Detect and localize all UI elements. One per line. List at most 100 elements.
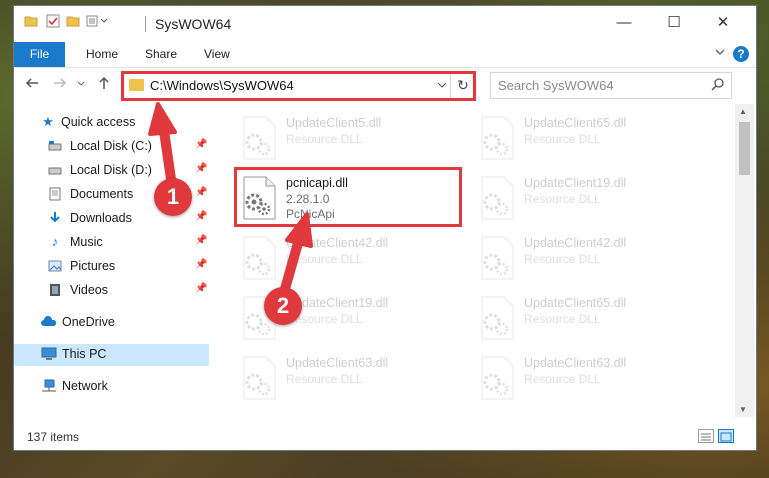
forward-arrow-icon[interactable]	[52, 75, 68, 95]
scroll-up-icon[interactable]: ▲	[739, 107, 747, 116]
back-arrow-icon[interactable]	[24, 75, 40, 95]
file-version: 2.28.1.0	[286, 192, 330, 206]
recent-locations-icon[interactable]	[76, 75, 86, 95]
chevron-down-icon[interactable]	[714, 46, 726, 61]
scroll-down-icon[interactable]: ▼	[739, 405, 747, 414]
drive-icon	[48, 163, 62, 177]
sidebar-item-label: Local Disk (D:)	[70, 163, 152, 177]
sidebar-item-videos[interactable]: Videos 📌	[14, 280, 209, 302]
file-name: UpdateClient63.dll	[286, 356, 389, 370]
file-description: Resource DLL	[524, 312, 601, 326]
dll-file-icon	[240, 236, 278, 280]
vertical-scrollbar[interactable]: ▲ ▼	[735, 104, 754, 417]
sidebar-item-quick-access[interactable]: ★ Quick access	[14, 112, 209, 134]
file-description: Resource DLL	[286, 132, 363, 146]
cloud-icon	[41, 315, 57, 329]
tab-view[interactable]: View	[204, 42, 230, 67]
maximize-button[interactable]: ☐	[659, 12, 689, 34]
sidebar-item-label: Documents	[70, 187, 134, 201]
file-tile[interactable]: UpdateClient65.dll Resource DLL	[474, 112, 694, 162]
address-bar[interactable]: C:\Windows\SysWOW64 ↻	[122, 72, 476, 99]
sidebar-item-local-disk-c[interactable]: Local Disk (C:) 📌	[14, 136, 209, 158]
sidebar-item-label: Quick access	[61, 115, 136, 129]
ribbon-tabs: File Home Share View ?	[14, 42, 756, 68]
sidebar-item-label: Downloads	[70, 211, 132, 225]
file-name: UpdateClient5.dll	[286, 116, 382, 130]
file-name: UpdateClient42.dll	[524, 236, 627, 250]
search-box[interactable]: Search SysWOW64	[490, 72, 732, 99]
tab-share[interactable]: Share	[145, 42, 177, 67]
file-explorer-window: SysWOW64 — ☐ ✕ File Home Share View ? C:…	[13, 5, 757, 451]
minimize-button[interactable]: —	[609, 12, 639, 34]
item-count: 137 items	[27, 430, 80, 444]
network-icon	[41, 379, 56, 393]
dll-file-icon	[240, 176, 278, 220]
dll-file-icon	[478, 116, 516, 160]
file-description: Resource DLL	[524, 132, 601, 146]
dll-file-icon	[240, 116, 278, 160]
file-tile[interactable]: UpdateClient63.dll Resource DLL	[236, 352, 456, 402]
large-icons-view-icon[interactable]	[718, 429, 734, 443]
pin-icon: 📌	[195, 139, 208, 150]
file-description: Resource DLL	[524, 192, 601, 206]
file-description: Resource DLL	[286, 252, 363, 266]
step-2-badge: 2	[264, 287, 302, 325]
navigation-bar: C:\Windows\SysWOW64 ↻ Search SysWOW64	[14, 68, 756, 102]
star-icon: ★	[42, 114, 54, 129]
pin-icon: 📌	[195, 259, 208, 270]
file-name: UpdateClient42.dll	[286, 236, 389, 250]
download-icon	[48, 211, 62, 225]
address-path[interactable]: C:\Windows\SysWOW64	[150, 78, 294, 93]
dll-file-icon	[240, 356, 278, 400]
close-button[interactable]: ✕	[708, 12, 738, 34]
search-icon	[711, 77, 725, 94]
customize-toolbar-icon[interactable]	[86, 14, 110, 31]
sidebar-item-label: Pictures	[70, 259, 116, 273]
file-tile[interactable]: UpdateClient65.dll Resource DLL	[474, 292, 694, 342]
window-title: SysWOW64	[155, 16, 232, 32]
navigation-pane: ★ Quick access Local Disk (C:) 📌 Local D…	[14, 104, 214, 414]
drive-icon	[48, 139, 62, 153]
file-tile[interactable]: UpdateClient63.dll Resource DLL	[474, 352, 694, 402]
sidebar-item-network[interactable]: Network	[14, 376, 209, 398]
file-name: UpdateClient65.dll	[524, 296, 627, 310]
dll-file-icon	[478, 356, 516, 400]
help-icon[interactable]: ?	[733, 46, 749, 62]
up-arrow-icon[interactable]	[96, 75, 112, 95]
tab-home[interactable]: Home	[86, 42, 118, 67]
music-icon: ♪	[51, 234, 59, 249]
sidebar-item-pictures[interactable]: Pictures 📌	[14, 256, 209, 278]
properties-check-icon[interactable]	[46, 14, 60, 31]
file-description: Resource DLL	[286, 372, 363, 386]
sidebar-item-label: Network	[62, 379, 108, 393]
details-view-icon[interactable]	[698, 429, 714, 443]
sidebar-item-music[interactable]: ♪ Music 📌	[14, 232, 209, 254]
documents-icon	[48, 187, 62, 201]
file-name: UpdateClient65.dll	[524, 116, 627, 130]
file-tile-pcnicapi[interactable]: pcnicapi.dll 2.28.1.0 PcNicApi	[236, 172, 456, 222]
search-input[interactable]: Search SysWOW64	[498, 78, 614, 93]
tab-file[interactable]: File	[14, 42, 65, 67]
folder-icon	[129, 79, 144, 91]
new-folder-icon[interactable]	[66, 14, 80, 31]
sidebar-item-label: Videos	[70, 283, 108, 297]
sidebar-item-onedrive[interactable]: OneDrive	[14, 312, 209, 334]
sidebar-item-this-pc[interactable]: This PC	[14, 344, 209, 366]
computer-icon	[41, 347, 57, 361]
file-tile[interactable]: UpdateClient5.dll Resource DLL	[236, 112, 456, 162]
file-tile[interactable]: UpdateClient42.dll Resource DLL	[236, 232, 456, 282]
videos-icon	[48, 283, 62, 297]
sidebar-item-label: Music	[70, 235, 103, 249]
chevron-down-icon[interactable]	[437, 78, 447, 95]
file-description: PcNicApi	[286, 207, 335, 221]
file-tile[interactable]: UpdateClient42.dll Resource DLL	[474, 232, 694, 282]
file-tile[interactable]: UpdateClient19.dll Resource DLL	[474, 172, 694, 222]
sidebar-item-label: OneDrive	[62, 315, 115, 329]
folder-icon[interactable]	[24, 14, 38, 31]
scrollbar-thumb[interactable]	[739, 122, 750, 175]
pin-icon: 📌	[195, 235, 208, 246]
refresh-icon[interactable]: ↻	[450, 73, 475, 98]
sidebar-item-label: Local Disk (C:)	[70, 139, 152, 153]
title-separator	[145, 16, 146, 32]
file-list: UpdateClient5.dll Resource DLL UpdateCli…	[214, 104, 734, 417]
